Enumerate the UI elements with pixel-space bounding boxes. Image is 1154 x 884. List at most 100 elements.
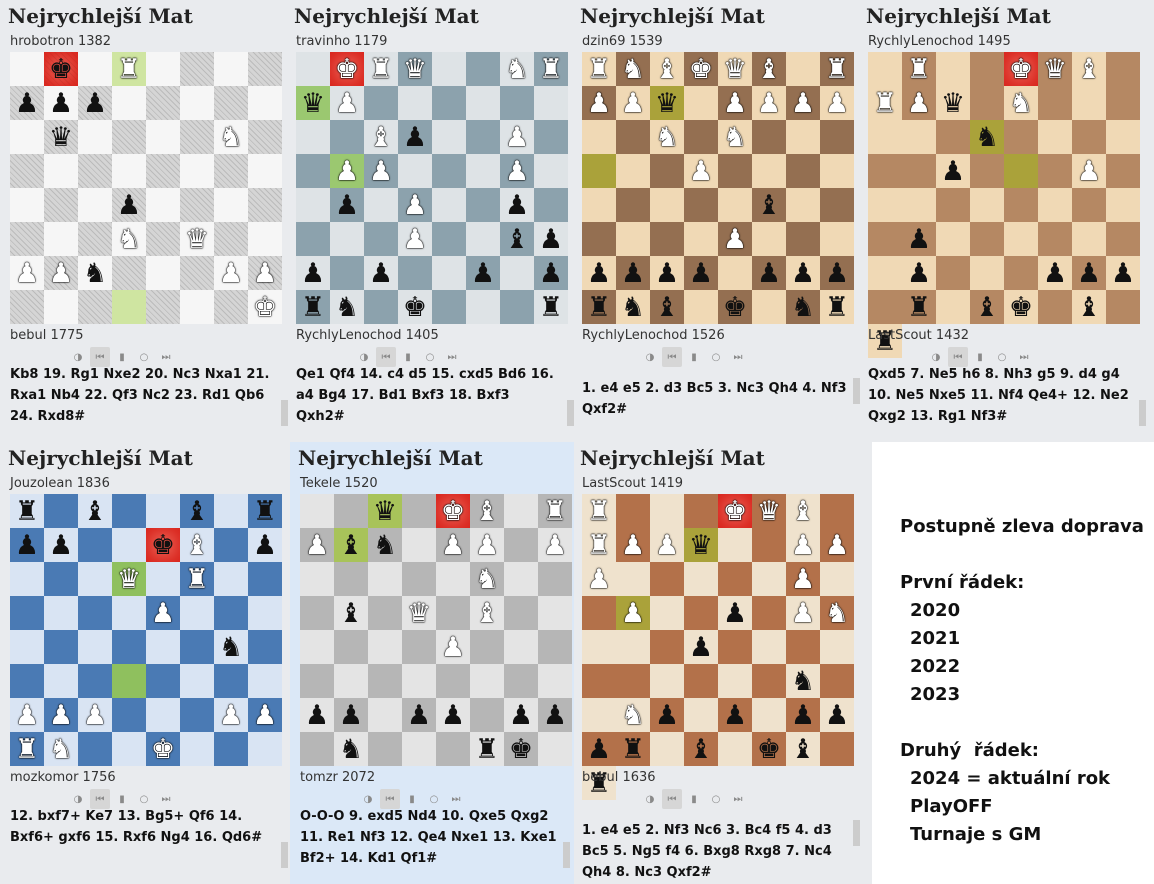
square-c2[interactable]: ♞ <box>78 256 112 290</box>
square-d6[interactable]: ♟ <box>398 120 432 154</box>
white-knight-icon[interactable]: ♞ <box>49 736 73 763</box>
bottom-player-name[interactable]: bebul 1775 <box>10 328 84 343</box>
black-king-icon[interactable]: ♚ <box>151 532 175 559</box>
square-h7[interactable] <box>534 86 568 120</box>
black-pawn-icon[interactable]: ♟ <box>471 260 495 287</box>
black-pawn-icon[interactable]: ♟ <box>117 192 141 219</box>
square-a8[interactable]: ♜ <box>582 494 616 528</box>
square-g7[interactable]: ♟ <box>820 528 854 562</box>
square-c2[interactable] <box>684 698 718 732</box>
black-bishop-icon[interactable]: ♝ <box>83 498 107 525</box>
white-bishop-icon[interactable]: ♝ <box>1077 56 1101 83</box>
white-pawn-icon[interactable]: ♟ <box>49 702 73 729</box>
black-pawn-icon[interactable]: ♟ <box>907 260 931 287</box>
black-king-icon[interactable]: ♚ <box>49 56 73 83</box>
square-c2[interactable]: ♟ <box>650 256 684 290</box>
square-e3[interactable] <box>432 222 466 256</box>
white-pawn-icon[interactable]: ♟ <box>335 90 359 117</box>
square-f7[interactable] <box>180 86 214 120</box>
square-f8[interactable]: ♛ <box>1038 52 1072 86</box>
square-d5[interactable]: ♟ <box>718 596 752 630</box>
square-g1[interactable] <box>820 732 854 766</box>
white-rook-icon[interactable]: ♜ <box>587 56 611 83</box>
square-b3[interactable] <box>334 664 368 698</box>
white-pawn-icon[interactable]: ♟ <box>219 260 243 287</box>
square-a1[interactable]: ♜ <box>902 290 936 324</box>
square-g8[interactable]: ♞ <box>500 52 534 86</box>
square-f2[interactable]: ♟ <box>466 256 500 290</box>
white-pawn-icon[interactable]: ♟ <box>825 532 849 559</box>
square-e2[interactable] <box>146 698 180 732</box>
square-b7[interactable]: ♟ <box>330 86 364 120</box>
square-d2[interactable]: ♟ <box>718 698 752 732</box>
black-pawn-icon[interactable]: ♟ <box>1111 260 1135 287</box>
square-e4[interactable]: ♟ <box>436 630 470 664</box>
square-f4[interactable] <box>180 188 214 222</box>
white-pawn-icon[interactable]: ♟ <box>305 532 329 559</box>
square-f3[interactable] <box>752 222 786 256</box>
square-a1[interactable]: ♜ <box>582 290 616 324</box>
play-icon[interactable]: ○ <box>706 789 726 809</box>
square-c5[interactable] <box>684 596 718 630</box>
square-d8[interactable]: ♜ <box>112 52 146 86</box>
square-g1[interactable] <box>500 290 534 324</box>
square-d1[interactable]: ♚ <box>1004 290 1038 324</box>
white-king-icon[interactable]: ♚ <box>689 56 713 83</box>
square-d3[interactable]: ♞ <box>112 222 146 256</box>
square-h7[interactable]: ♟ <box>248 528 282 562</box>
square-h5[interactable] <box>538 596 572 630</box>
square-d8[interactable] <box>112 494 146 528</box>
black-rook-icon[interactable]: ♜ <box>907 294 931 321</box>
square-f5[interactable] <box>466 154 500 188</box>
square-f5[interactable]: ♟ <box>1072 154 1106 188</box>
square-b4[interactable] <box>44 188 78 222</box>
black-pawn-icon[interactable]: ♟ <box>15 532 39 559</box>
square-c4[interactable] <box>78 188 112 222</box>
square-f8[interactable]: ♛ <box>752 494 786 528</box>
square-f7[interactable]: ♟ <box>470 528 504 562</box>
square-g6[interactable] <box>214 562 248 596</box>
square-f4[interactable] <box>1072 188 1106 222</box>
square-c4[interactable] <box>364 188 398 222</box>
square-d3[interactable] <box>684 222 718 256</box>
white-knight-icon[interactable]: ♞ <box>621 56 645 83</box>
square-f5[interactable]: ♝ <box>470 596 504 630</box>
white-pawn-icon[interactable]: ♟ <box>587 566 611 593</box>
square-a3[interactable] <box>616 664 650 698</box>
black-bishop-icon[interactable]: ♝ <box>757 192 781 219</box>
square-f4[interactable] <box>470 630 504 664</box>
square-a4[interactable] <box>902 188 936 222</box>
square-c1[interactable] <box>78 290 112 324</box>
square-b2[interactable]: ♟ <box>334 698 368 732</box>
square-c6[interactable] <box>684 562 718 596</box>
square-h3[interactable] <box>538 664 572 698</box>
square-a3[interactable] <box>300 664 334 698</box>
white-pawn-icon[interactable]: ♟ <box>621 532 645 559</box>
square-f6[interactable] <box>466 120 500 154</box>
square-c4[interactable] <box>650 188 684 222</box>
square-d6[interactable] <box>718 562 752 596</box>
black-pawn-icon[interactable]: ♟ <box>723 702 747 729</box>
first-icon[interactable]: ⏮ <box>662 347 682 367</box>
black-pawn-icon[interactable]: ♟ <box>791 260 815 287</box>
square-e5[interactable] <box>718 154 752 188</box>
square-d6[interactable] <box>112 120 146 154</box>
square-g8[interactable] <box>786 52 820 86</box>
square-b3[interactable] <box>330 222 364 256</box>
black-knight-icon[interactable]: ♞ <box>975 124 999 151</box>
square-g7[interactable] <box>500 86 534 120</box>
next-icon[interactable]: ⏭ <box>728 789 748 809</box>
black-bishop-icon[interactable]: ♝ <box>339 600 363 627</box>
black-king-icon[interactable]: ♚ <box>1009 294 1033 321</box>
square-d5[interactable] <box>398 154 432 188</box>
square-d5[interactable] <box>112 596 146 630</box>
square-f3[interactable]: ♞ <box>786 664 820 698</box>
square-a2[interactable]: ♟ <box>10 698 44 732</box>
black-pawn-icon[interactable]: ♟ <box>369 260 393 287</box>
square-d7[interactable]: ♞ <box>1004 86 1038 120</box>
white-pawn-icon[interactable]: ♟ <box>907 90 931 117</box>
black-queen-icon[interactable]: ♛ <box>655 90 679 117</box>
black-queen-icon[interactable]: ♛ <box>941 90 965 117</box>
square-c4[interactable] <box>970 188 1004 222</box>
white-pawn-icon[interactable]: ♟ <box>791 566 815 593</box>
